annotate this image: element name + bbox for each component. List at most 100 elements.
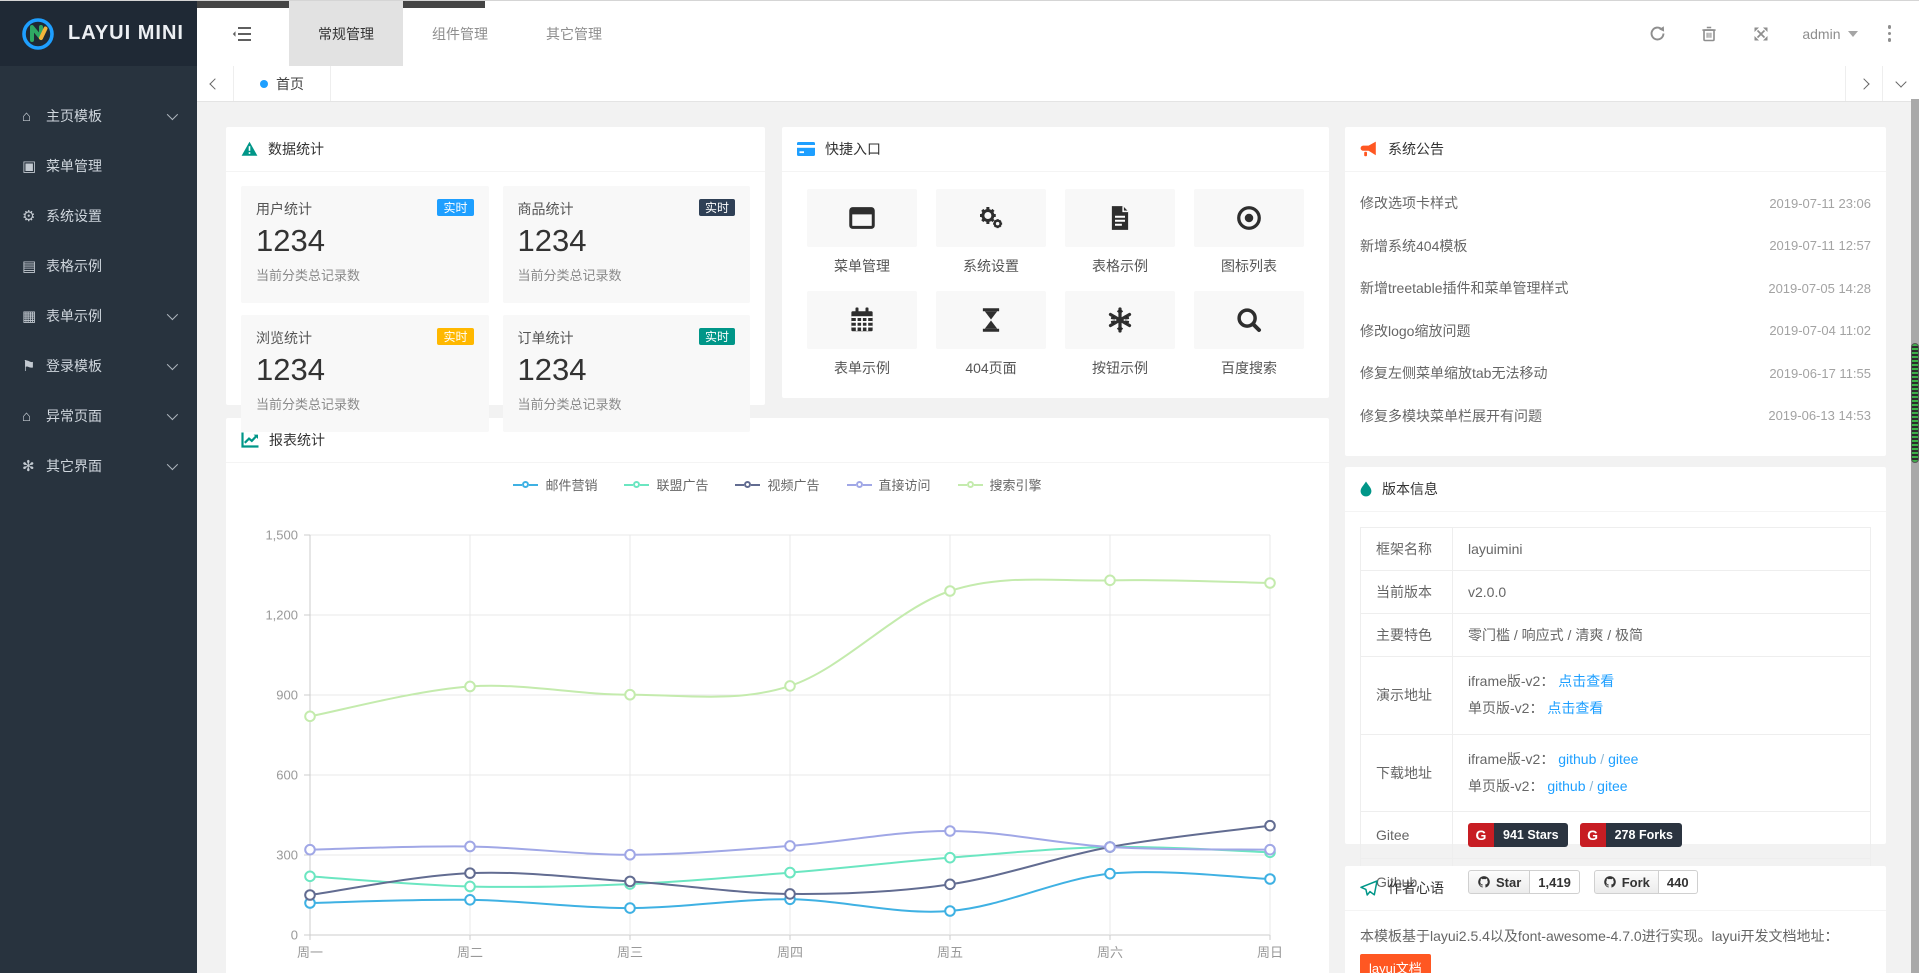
header-actions: admin <box>1638 1 1899 66</box>
sidebar-item-login-template[interactable]: ⚑登录模板 <box>0 341 197 391</box>
svg-text:周三: 周三 <box>617 945 643 960</box>
notice-row: 修改logo缩放问题2019-07-04 11:02 <box>1360 310 1871 353</box>
refresh-button[interactable] <box>1638 1 1676 66</box>
sidebar-item-error-pages[interactable]: ⌂异常页面 <box>0 391 197 441</box>
svg-text:0: 0 <box>291 928 298 943</box>
download-gitee-link[interactable]: gitee <box>1608 751 1638 767</box>
stat-cards: 用户统计实时 1234 当前分类总记录数 商品统计实时 1234 当前分类总记录… <box>226 172 765 446</box>
sidebar-menu: ⌂主页模板 ▣菜单管理 ⚙系统设置 ▤表格示例 ▦表单示例 ⚑登录模板 ⌂异常页… <box>0 66 197 491</box>
download-github-link[interactable]: github <box>1558 751 1596 767</box>
table-row: 演示地址 iframe版-v2： 点击查看 单页版-v2： 点击查看 <box>1361 657 1871 735</box>
gitee-stars-badge[interactable]: G941 Stars <box>1468 823 1568 847</box>
stat-card-views: 浏览统计实时 1234 当前分类总记录数 <box>241 315 489 432</box>
scrollbar-track[interactable] <box>1911 99 1919 973</box>
svg-text:周四: 周四 <box>777 945 803 960</box>
user-dropdown[interactable]: admin <box>1794 1 1865 66</box>
download-github-link[interactable]: github <box>1547 778 1585 794</box>
nav-tab-components[interactable]: 组件管理 <box>403 1 517 66</box>
legend-item[interactable]: 邮件营销 <box>513 475 597 494</box>
calendar-icon: ▦ <box>22 307 46 325</box>
download-gitee-link[interactable]: gitee <box>1597 778 1627 794</box>
chevron-down-icon <box>1895 76 1906 87</box>
tabs-scroll-right-button[interactable] <box>1845 66 1882 101</box>
scrollbar-thumb[interactable] <box>1911 343 1919 463</box>
legend-item[interactable]: 搜索引擎 <box>958 475 1042 494</box>
tabs-menu-button[interactable] <box>1882 66 1919 101</box>
stat-card-goods: 商品统计实时 1234 当前分类总记录数 <box>503 186 751 303</box>
sidebar-item-form-demo[interactable]: ▦表单示例 <box>0 291 197 341</box>
gitee-forks-badge[interactable]: G278 Forks <box>1580 823 1682 847</box>
sidebar-item-table-demo[interactable]: ▤表格示例 <box>0 241 197 291</box>
notice-list: 修改选项卡样式2019-07-11 23:06 新增系统404模板2019-07… <box>1345 172 1886 437</box>
author-text: 本模板基于layui2.5.4以及font-awesome-4.7.0进行实现。… <box>1345 911 1886 973</box>
window-icon: ▣ <box>22 157 46 175</box>
nav-tab-general[interactable]: 常规管理 <box>289 1 403 66</box>
sidebar-item-other-ui[interactable]: ✻其它界面 <box>0 441 197 491</box>
window-icon <box>847 203 877 233</box>
tabs-scroll-left-button[interactable] <box>197 66 234 101</box>
trash-icon <box>1701 25 1717 42</box>
demo-spa-link[interactable]: 点击查看 <box>1547 700 1603 716</box>
realtime-badge: 实时 <box>437 328 473 345</box>
snowflake-icon: ✻ <box>22 457 46 475</box>
credit-card-icon <box>797 142 815 156</box>
search-icon <box>1234 305 1264 335</box>
quick-item-menu-manage[interactable]: 菜单管理 <box>807 189 917 276</box>
gears-icon: ⚙ <box>22 207 46 225</box>
main-features: 零门槛 / 响应式 / 清爽 / 极简 <box>1453 614 1871 657</box>
notice-date: 2019-07-05 14:28 <box>1768 281 1871 296</box>
legend-item[interactable]: 联盟广告 <box>624 475 708 494</box>
more-menu-button[interactable] <box>1880 1 1900 66</box>
page-tabbar: 首页 <box>197 66 1919 102</box>
panel-title: 报表统计 <box>269 430 325 450</box>
top-nav: 常规管理 组件管理 其它管理 <box>289 1 631 66</box>
legend-item[interactable]: 视频广告 <box>735 475 819 494</box>
table-row: 下载地址 iframe版-v2： github / gitee 单页版-v2： … <box>1361 734 1871 812</box>
github-star-button[interactable]: Star 1,419 <box>1468 870 1580 894</box>
quick-item-404-page[interactable]: 404页面 <box>936 291 1046 378</box>
github-fork-button[interactable]: Fork 440 <box>1594 870 1698 894</box>
realtime-badge: 实时 <box>699 328 735 345</box>
clear-cache-button[interactable] <box>1690 1 1728 66</box>
legend-item[interactable]: 直接访问 <box>847 475 931 494</box>
sidebar-item-home-template[interactable]: ⌂主页模板 <box>0 91 197 141</box>
layui-logo-icon <box>20 16 56 52</box>
table-row: 当前版本v2.0.0 <box>1361 571 1871 614</box>
gitee-badges: G941 Stars G278 Forks <box>1453 812 1871 859</box>
notice-row: 新增系统404模板2019-07-11 12:57 <box>1360 225 1871 268</box>
logo[interactable]: LAYUI MINI <box>0 1 197 66</box>
tab-home[interactable]: 首页 <box>234 66 331 101</box>
fullscreen-button[interactable] <box>1742 1 1780 66</box>
notice-row: 新增treetable插件和菜单管理样式2019-07-05 14:28 <box>1360 267 1871 310</box>
legend-marker-icon <box>856 481 863 488</box>
panel-title: 作者心语 <box>1388 878 1444 898</box>
sidebar-item-system-settings[interactable]: ⚙系统设置 <box>0 191 197 241</box>
line-chart: 03006009001,2001,500周一周二周三周四周五周六周日 <box>226 494 1329 973</box>
main-content: 数据统计 用户统计实时 1234 当前分类总记录数 商品统计实时 1234 当前… <box>197 102 1919 973</box>
realtime-badge: 实时 <box>437 199 473 216</box>
quick-item-icon-list[interactable]: 图标列表 <box>1194 189 1304 276</box>
quick-item-baidu-search[interactable]: 百度搜索 <box>1194 291 1304 378</box>
username: admin <box>1802 26 1840 42</box>
collapse-menu-button[interactable] <box>229 23 255 45</box>
nav-tab-other[interactable]: 其它管理 <box>517 1 631 66</box>
github-octocat-icon <box>1477 875 1491 889</box>
sidebar-item-menu-manage[interactable]: ▣菜单管理 <box>0 141 197 191</box>
file-text-icon <box>1105 203 1135 233</box>
panel-header: 快捷入口 <box>782 127 1329 172</box>
layui-doc-badge[interactable]: layui文档 <box>1360 954 1431 973</box>
home-icon: ⌂ <box>22 108 46 125</box>
svg-text:周日: 周日 <box>1257 945 1283 960</box>
framework-name: layuimini <box>1453 528 1871 571</box>
quick-item-form-demo[interactable]: 表单示例 <box>807 291 917 378</box>
quick-item-system-settings[interactable]: 系统设置 <box>936 189 1046 276</box>
top-header: 常规管理 组件管理 其它管理 <box>197 1 1919 66</box>
panel-version-info: 版本信息 框架名称layuimini 当前版本v2.0.0 主要特色零门槛 / … <box>1345 467 1886 844</box>
quick-item-button-demo[interactable]: 按钮示例 <box>1065 291 1175 378</box>
app-title: LAYUI MINI <box>68 22 184 45</box>
quick-item-table-demo[interactable]: 表格示例 <box>1065 189 1175 276</box>
svg-text:1,200: 1,200 <box>265 608 298 623</box>
notice-date: 2019-07-11 12:57 <box>1769 238 1871 253</box>
demo-iframe-link[interactable]: 点击查看 <box>1558 673 1614 689</box>
panel-title: 系统公告 <box>1388 139 1444 159</box>
